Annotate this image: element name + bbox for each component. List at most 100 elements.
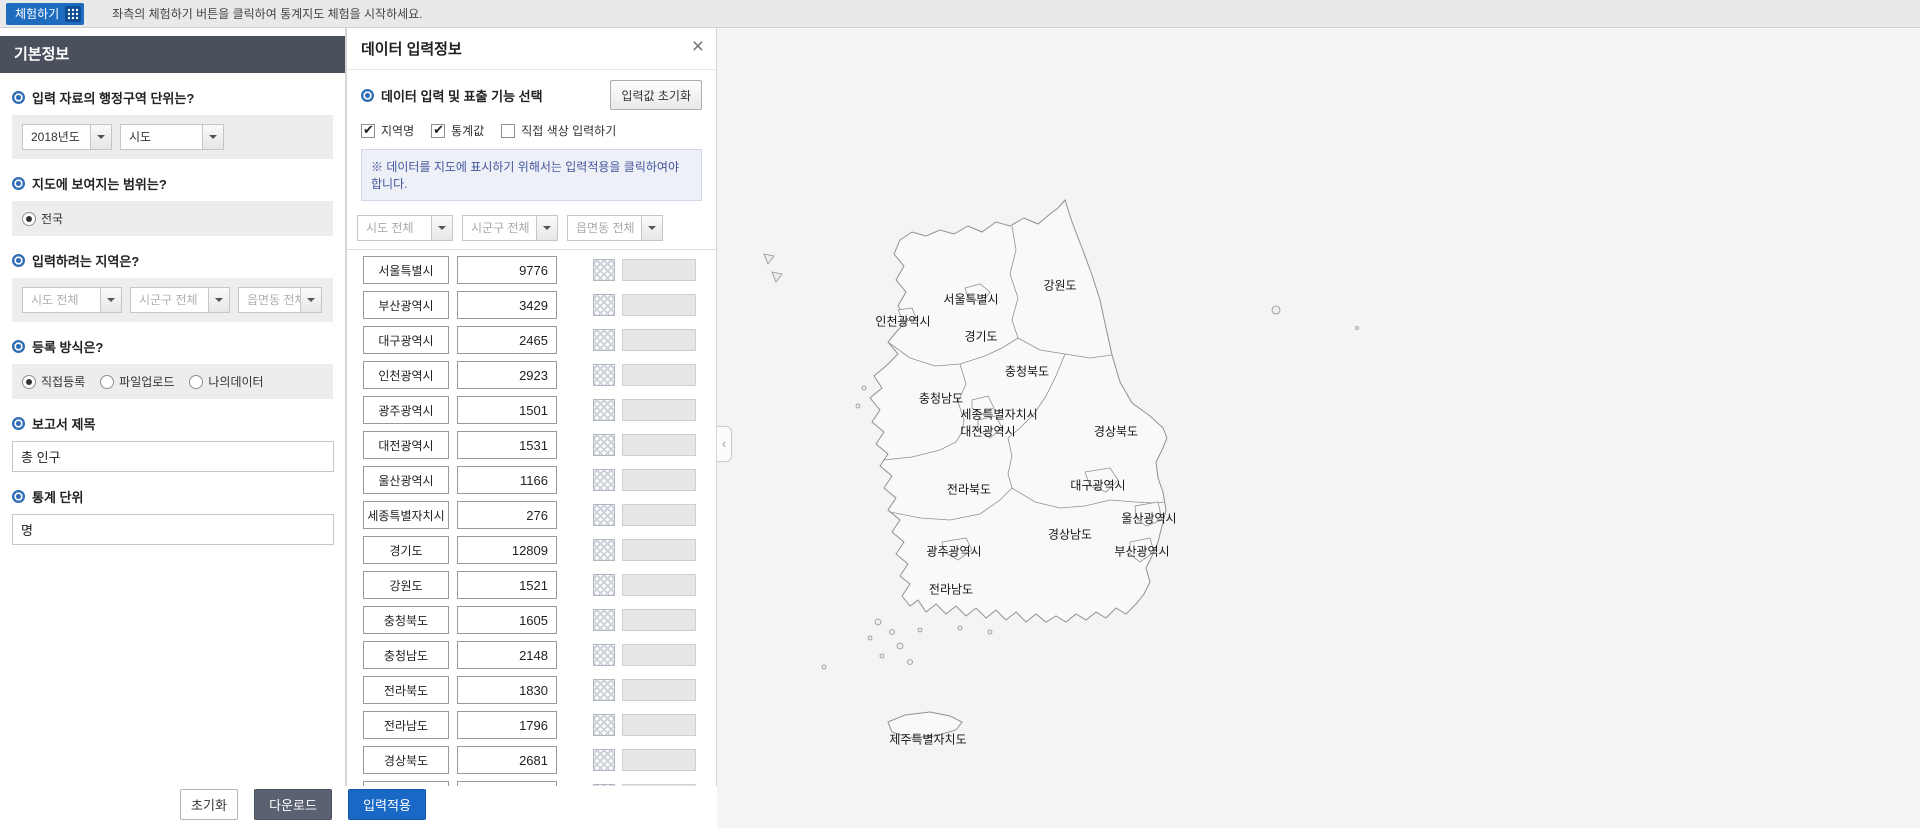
color-swatch[interactable] [622, 259, 696, 281]
pattern-swatch[interactable] [593, 364, 615, 386]
question-map-range-label: 지도에 보여지는 범위는? [32, 177, 167, 192]
region-list[interactable] [347, 249, 716, 817]
region-value-input[interactable] [457, 606, 557, 634]
display-option[interactable]: 통계값 [431, 122, 484, 139]
eupmyeondong-select[interactable]: 읍면동 전체 [238, 287, 322, 313]
radio-icon[interactable] [22, 374, 36, 389]
pattern-swatch[interactable] [593, 504, 615, 526]
color-swatch[interactable] [622, 399, 696, 421]
pattern-swatch[interactable] [593, 644, 615, 666]
radio-icon[interactable] [189, 374, 204, 389]
dropdown-arrow-icon [208, 288, 229, 312]
region-data-row [363, 676, 712, 704]
color-swatch[interactable] [622, 644, 696, 666]
radio-icon[interactable] [100, 374, 115, 389]
pattern-swatch[interactable] [593, 329, 615, 351]
filter-sido-select[interactable]: 시도 전체 [357, 215, 453, 241]
color-swatch[interactable] [622, 714, 696, 736]
color-swatch[interactable] [622, 749, 696, 771]
region-name-input[interactable] [363, 256, 449, 284]
region-value-input[interactable] [457, 676, 557, 704]
year-select[interactable]: 2018년도 [22, 124, 112, 150]
radio-file-upload[interactable]: 파일업로드 [100, 373, 174, 390]
color-swatch[interactable] [622, 329, 696, 351]
pattern-swatch[interactable] [593, 574, 615, 596]
pattern-swatch[interactable] [593, 749, 615, 771]
pattern-swatch[interactable] [593, 469, 615, 491]
region-data-row [363, 256, 712, 284]
radio-icon[interactable] [22, 211, 36, 226]
radio-my-data[interactable]: 나의데이터 [189, 373, 264, 390]
color-swatch[interactable] [622, 539, 696, 561]
region-name-input[interactable] [363, 396, 449, 424]
pattern-swatch[interactable] [593, 434, 615, 456]
stat-unit-input[interactable] [12, 514, 334, 545]
display-option[interactable]: 직접 색상 입력하기 [501, 122, 616, 139]
region-name-input[interactable] [363, 746, 449, 774]
color-swatch[interactable] [622, 679, 696, 701]
region-name-input[interactable] [363, 466, 449, 494]
region-name-input[interactable] [363, 501, 449, 529]
region-value-input[interactable] [457, 466, 557, 494]
pattern-swatch[interactable] [593, 399, 615, 421]
radio-nationwide[interactable]: 전국 [22, 210, 63, 227]
apply-note: ※ 데이터를 지도에 표시하기 위해서는 입력적용을 클릭하여야 합니다. [361, 149, 702, 201]
display-option[interactable]: 지역명 [361, 122, 414, 139]
region-name-input[interactable] [363, 606, 449, 634]
region-name-input[interactable] [363, 536, 449, 564]
pattern-swatch[interactable] [593, 294, 615, 316]
region-value-input[interactable] [457, 256, 557, 284]
color-swatch[interactable] [622, 364, 696, 386]
color-swatch[interactable] [622, 574, 696, 596]
reset-input-values-button[interactable]: 입력값 초기화 [610, 80, 702, 110]
filter-sigungu-select[interactable]: 시군구 전체 [462, 215, 558, 241]
region-data-row [363, 536, 712, 564]
panel-collapse-handle[interactable]: ‹ [717, 426, 732, 462]
color-swatch[interactable] [622, 434, 696, 456]
color-swatch[interactable] [622, 609, 696, 631]
pattern-swatch[interactable] [593, 714, 615, 736]
region-value-input[interactable] [457, 571, 557, 599]
region-name-input[interactable] [363, 326, 449, 354]
checkbox-icon[interactable] [431, 122, 446, 138]
region-value-input[interactable] [457, 396, 557, 424]
region-value-input[interactable] [457, 326, 557, 354]
admin-level-select[interactable]: 시도 [120, 124, 224, 150]
checkbox-label: 직접 색상 입력하기 [521, 124, 617, 138]
pattern-swatch[interactable] [593, 539, 615, 561]
checkbox-icon[interactable] [501, 123, 516, 138]
region-name-input[interactable] [363, 711, 449, 739]
region-value-input[interactable] [457, 291, 557, 319]
region-name-input[interactable] [363, 291, 449, 319]
radio-direct-register[interactable]: 직접등록 [22, 373, 85, 390]
color-swatch[interactable] [622, 469, 696, 491]
region-value-input[interactable] [457, 536, 557, 564]
close-icon[interactable]: × [692, 36, 704, 57]
region-value-input[interactable] [457, 431, 557, 459]
filter-eupmyeondong-select[interactable]: 읍면동 전체 [567, 215, 663, 241]
color-swatch[interactable] [622, 504, 696, 526]
region-value-input[interactable] [457, 501, 557, 529]
region-name-input[interactable] [363, 361, 449, 389]
download-button[interactable]: 다운로드 [254, 789, 332, 820]
reset-button[interactable]: 초기화 [180, 789, 238, 820]
region-name-input[interactable] [363, 571, 449, 599]
try-service-button[interactable]: 체험하기 [6, 2, 85, 25]
region-name-input[interactable] [363, 431, 449, 459]
pattern-swatch[interactable] [593, 609, 615, 631]
checkbox-icon[interactable] [361, 122, 375, 138]
color-swatch[interactable] [622, 294, 696, 316]
report-title-input[interactable] [12, 441, 334, 472]
region-name-input[interactable] [363, 676, 449, 704]
pattern-swatch[interactable] [593, 679, 615, 701]
region-value-input[interactable] [457, 746, 557, 774]
region-value-input[interactable] [457, 711, 557, 739]
region-value-input[interactable] [457, 641, 557, 669]
apply-input-button[interactable]: 입력적용 [348, 789, 426, 820]
pattern-swatch[interactable] [593, 259, 615, 281]
map-area[interactable]: 강원도 서울특별시 인천광역시 경기도 충청북도 충청남도 세종특별자치시 대전광역시 경상북도… [717, 28, 1920, 828]
region-value-input[interactable] [457, 361, 557, 389]
sido-select[interactable]: 시도 전체 [22, 287, 122, 313]
sigungu-select[interactable]: 시군구 전체 [130, 287, 230, 313]
region-name-input[interactable] [363, 641, 449, 669]
